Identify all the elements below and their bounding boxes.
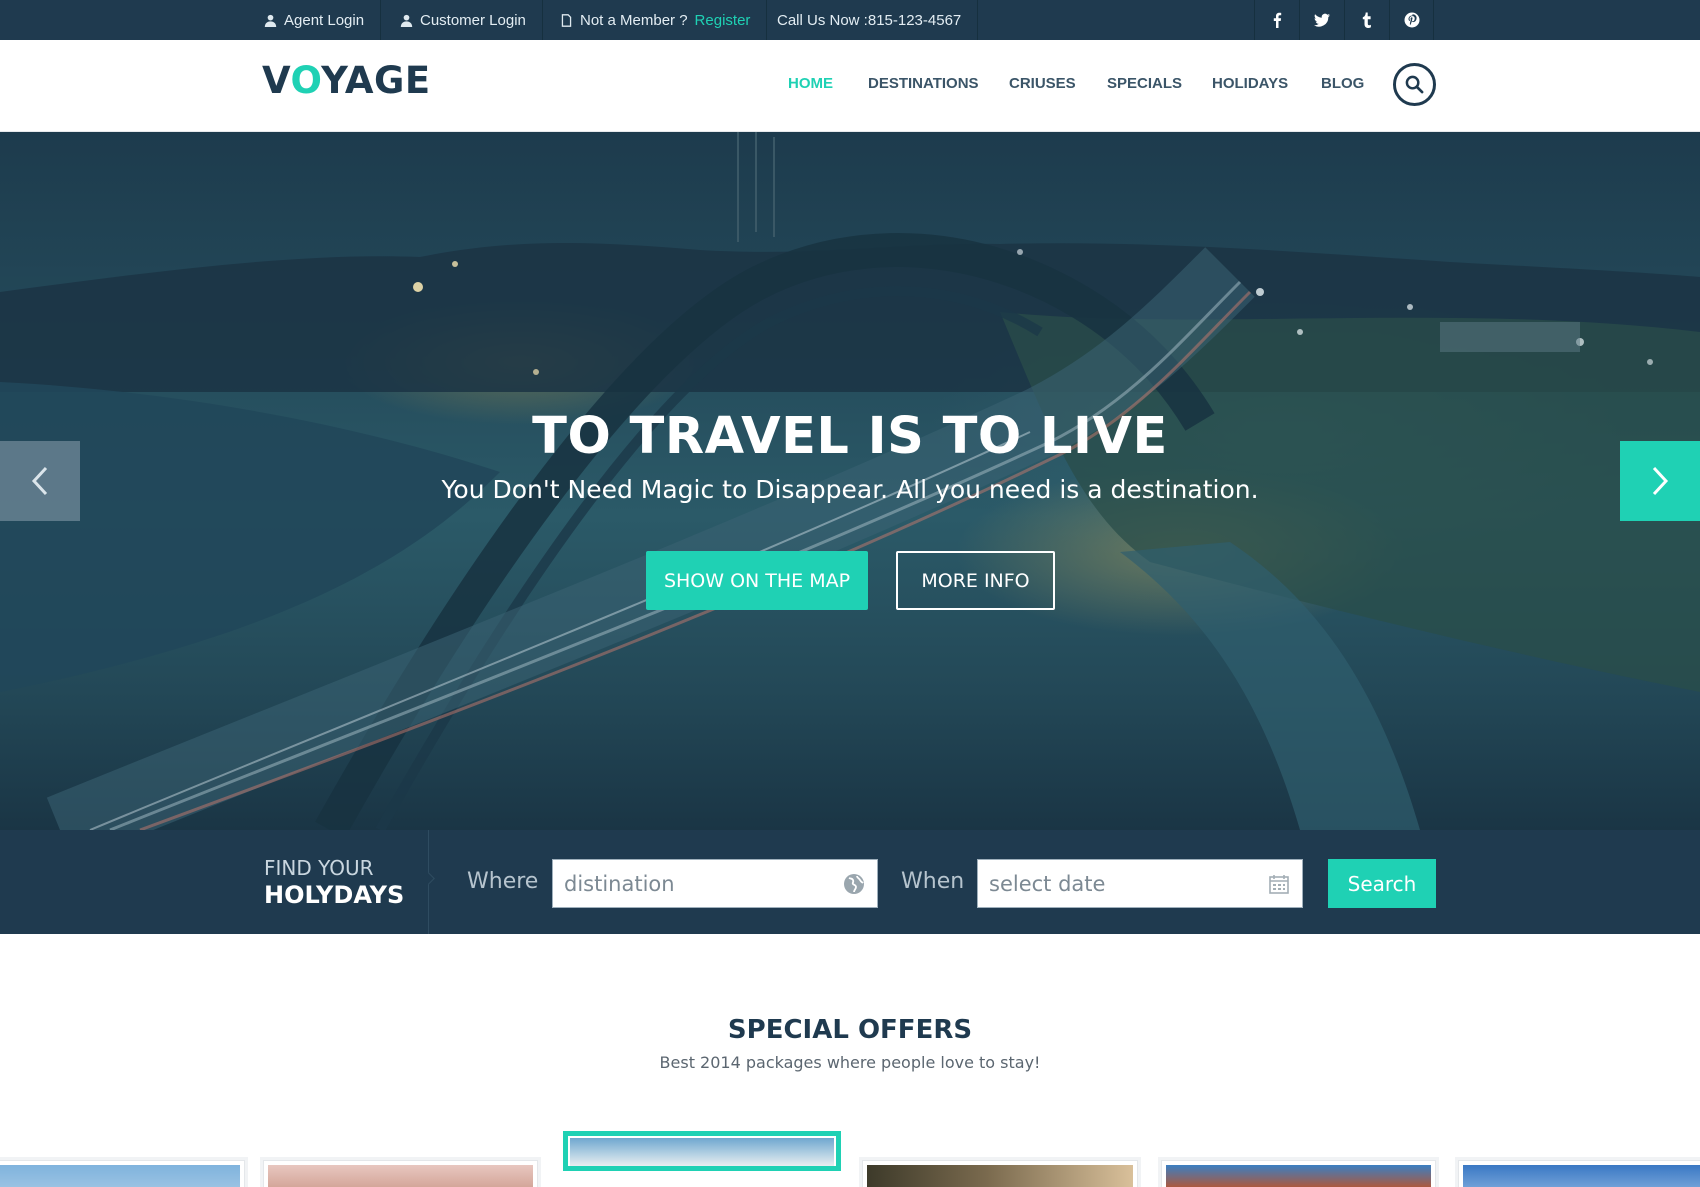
- globe-icon: [844, 874, 864, 894]
- offer-card[interactable]: [862, 1160, 1138, 1187]
- holydays-label: HOLYDAYS: [264, 881, 405, 909]
- slider-next-button[interactable]: [1620, 441, 1700, 521]
- not-member-label: Not a Member ?: [580, 11, 688, 29]
- twitter-icon[interactable]: [1299, 0, 1344, 40]
- nav-cruises[interactable]: CRIUSES: [1009, 76, 1076, 91]
- logo-letter-o: O: [290, 59, 322, 102]
- pinterest-icon[interactable]: [1389, 0, 1434, 40]
- slider-prev-button[interactable]: [0, 441, 80, 521]
- hero-subtitle: You Don't Need Magic to Disappear. All y…: [441, 475, 1259, 504]
- more-info-button[interactable]: MORE INFO: [896, 551, 1055, 610]
- header-search-button[interactable]: [1393, 63, 1436, 106]
- special-offers-title: SPECIAL OFFERS: [727, 1015, 973, 1045]
- agent-login-link[interactable]: Agent Login: [248, 0, 382, 40]
- offer-card[interactable]: [1458, 1160, 1700, 1187]
- document-icon: [561, 13, 572, 27]
- offer-image: [268, 1165, 533, 1187]
- call-us: Call Us Now :815-123-4567: [761, 0, 979, 40]
- chevron-right-icon: [1652, 466, 1669, 496]
- nav-blog[interactable]: BLOG: [1321, 76, 1364, 91]
- offer-image: [1463, 1165, 1700, 1187]
- customer-login-label: Customer Login: [420, 11, 526, 29]
- logo-letters-rest: YAGE: [321, 59, 431, 102]
- date-input[interactable]: [978, 860, 1302, 907]
- nav-holidays[interactable]: HOLIDAYS: [1212, 76, 1288, 91]
- customer-login-link[interactable]: Customer Login: [384, 0, 543, 40]
- divider-notch: [422, 872, 435, 885]
- when-label: When: [901, 869, 965, 894]
- hero-title: TO TRAVEL IS TO LIVE: [532, 407, 1168, 466]
- register-link[interactable]: Register: [695, 12, 751, 29]
- offer-card-featured[interactable]: [563, 1131, 841, 1171]
- logo-letter-v: V: [262, 59, 291, 102]
- user-icon: [264, 14, 277, 27]
- special-offers-subtitle: Best 2014 packages where people love to …: [659, 1053, 1041, 1072]
- search-button[interactable]: Search: [1328, 859, 1436, 908]
- offer-card[interactable]: [0, 1160, 245, 1187]
- main-header: VOYAGE HOME DESTINATIONS CRIUSES SPECIAL…: [0, 40, 1700, 132]
- offer-image: [0, 1165, 240, 1187]
- top-bar: Agent Login Customer Login Not a Member …: [0, 0, 1700, 40]
- call-us-label: Call Us Now :815-123-4567: [777, 11, 962, 29]
- user-icon: [400, 14, 413, 27]
- nav-destinations[interactable]: DESTINATIONS: [868, 76, 979, 91]
- offer-card[interactable]: [263, 1160, 538, 1187]
- where-label: Where: [467, 869, 539, 894]
- date-field[interactable]: [977, 859, 1303, 908]
- find-your-label: FIND YOUR: [264, 856, 374, 880]
- facebook-icon[interactable]: [1254, 0, 1299, 40]
- chevron-left-icon: [31, 466, 48, 496]
- logo[interactable]: VOYAGE: [262, 62, 431, 99]
- register-section: Not a Member ? Register: [544, 0, 768, 40]
- destination-input[interactable]: [553, 860, 877, 907]
- offer-image: [570, 1138, 834, 1166]
- nav-specials[interactable]: SPECIALS: [1107, 76, 1182, 91]
- tumblr-icon[interactable]: [1344, 0, 1389, 40]
- offer-card[interactable]: [1161, 1160, 1436, 1187]
- nav-home[interactable]: HOME: [788, 76, 833, 91]
- show-on-map-button[interactable]: SHOW ON THE MAP: [646, 551, 868, 610]
- holiday-search-bar: FIND YOUR HOLYDAYS Where When Search: [0, 830, 1700, 934]
- offer-image: [1166, 1165, 1431, 1187]
- page: Agent Login Customer Login Not a Member …: [0, 0, 1700, 1187]
- calendar-icon: [1269, 875, 1289, 894]
- hero-slider: TO TRAVEL IS TO LIVE You Don't Need Magi…: [0, 132, 1700, 830]
- agent-login-label: Agent Login: [284, 11, 365, 29]
- search-icon: [1405, 75, 1424, 94]
- offer-image: [867, 1165, 1133, 1187]
- destination-field[interactable]: [552, 859, 878, 908]
